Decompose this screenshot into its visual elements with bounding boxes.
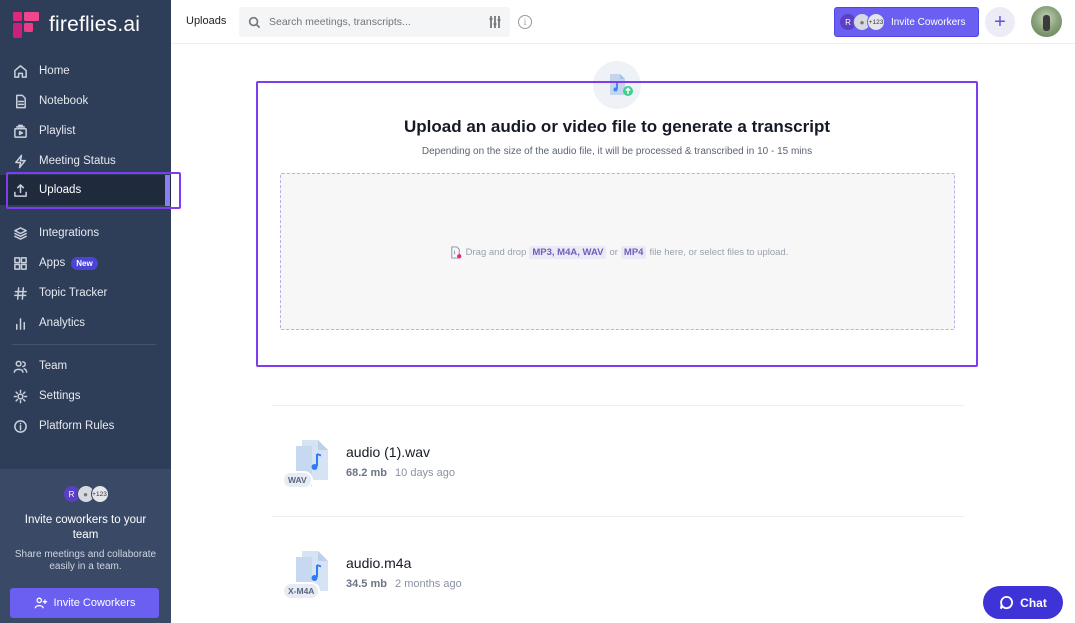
sidebar-item-label: Meeting Status [39, 155, 116, 167]
drop-suffix: file here, or select files to upload. [649, 247, 789, 258]
file-type-badge: X-M4A [282, 582, 321, 600]
chat-bubble-icon [1000, 595, 1014, 610]
bar-chart-icon [12, 315, 28, 331]
format-badge-mp4: MP4 [620, 246, 647, 259]
team-icon [12, 358, 28, 374]
sidebar-item-label: Notebook [39, 95, 89, 107]
page-title: Uploads [186, 15, 227, 27]
sidebar-item-topic-tracker[interactable]: Topic Tracker [0, 278, 171, 308]
avatar-count: +123 [867, 13, 885, 31]
invite-subtitle: Share meetings and collaborate easily in… [14, 549, 157, 572]
info-icon [12, 418, 28, 434]
invite-panel: R ● +123 Invite coworkers to your team S… [0, 469, 171, 623]
sidebar: fireflies.ai Home Notebook Playlist Meet… [0, 0, 181, 623]
add-user-icon [34, 597, 47, 609]
sidebar-item-integrations[interactable]: Integrations [0, 218, 171, 248]
bolt-icon [12, 153, 28, 169]
upload-subtitle: Depending on the size of the audio file,… [421, 146, 813, 157]
upload-title: Upload an audio or video file to generat… [403, 117, 831, 136]
dropzone-instructions: Drag and drop MP3, M4A, WAV or MP4 file … [281, 246, 956, 259]
file-age: 10 days ago [395, 467, 455, 479]
search-input[interactable] [269, 16, 469, 28]
info-icon[interactable]: i [518, 15, 532, 29]
playlist-icon [12, 123, 28, 139]
search-bar [239, 7, 510, 37]
chat-label: Chat [1020, 595, 1047, 610]
sidebar-item-label: Topic Tracker [39, 287, 108, 299]
sidebar-item-uploads[interactable]: Uploads [0, 175, 171, 205]
invite-title: Invite coworkers to your team [24, 514, 147, 541]
sidebar-item-apps[interactable]: Apps New [0, 248, 171, 278]
search-icon [248, 16, 261, 28]
chat-button[interactable]: Chat [983, 586, 1063, 619]
sidebar-item-analytics[interactable]: Analytics [0, 308, 171, 338]
sidebar-item-notebook[interactable]: Notebook [0, 86, 171, 116]
sidebar-item-meeting-status[interactable]: Meeting Status [0, 146, 171, 176]
sidebar-item-label: Analytics [39, 317, 86, 329]
grid-icon [12, 255, 28, 271]
filter-icon[interactable] [488, 15, 502, 29]
file-meta: 68.2 mb 10 days ago [346, 467, 455, 479]
file-meta: 34.5 mb 2 months ago [346, 578, 462, 590]
file-size: 34.5 mb [346, 578, 387, 590]
brand-name: fireflies.ai [49, 13, 141, 36]
avatar-count: +123 [90, 485, 109, 503]
sidebar-item-label: Uploads [39, 184, 82, 196]
invite-coworkers-button[interactable]: Invite Coworkers [10, 588, 159, 618]
sidebar-item-platform-rules[interactable]: Platform Rules [0, 411, 171, 441]
drop-prefix: Drag and drop [465, 247, 527, 258]
list-divider [272, 516, 964, 517]
profile-avatar[interactable] [1031, 6, 1062, 37]
list-divider [272, 405, 964, 406]
file-dropzone[interactable]: Drag and drop MP3, M4A, WAV or MP4 file … [280, 173, 955, 330]
sidebar-item-label: Integrations [39, 227, 100, 239]
layers-icon [12, 225, 28, 241]
fireflies-logo-icon [13, 12, 39, 38]
sidebar-item-home[interactable]: Home [0, 56, 171, 86]
sidebar-item-team[interactable]: Team [0, 351, 171, 381]
file-upload-icon [450, 246, 461, 259]
sidebar-item-settings[interactable]: Settings [0, 381, 171, 411]
app-root: fireflies.ai Home Notebook Playlist Meet… [0, 0, 1075, 623]
gear-icon [12, 388, 28, 404]
upload-icon [12, 182, 28, 198]
sidebar-item-label: Settings [39, 390, 81, 402]
sidebar-item-label: Team [39, 360, 68, 372]
notebook-icon [12, 93, 28, 109]
sidebar-item-label: Home [39, 65, 70, 77]
sidebar-item-label: Platform Rules [39, 420, 115, 432]
invite-button-label: Invite Coworkers [891, 16, 966, 28]
sidebar-item-playlist[interactable]: Playlist [0, 116, 171, 146]
new-badge: New [71, 256, 98, 270]
sidebar-divider [12, 344, 156, 345]
invite-coworkers-top-button[interactable]: R ● +123 Invite Coworkers [834, 7, 979, 37]
file-list-item[interactable]: X-M4A audio.m4a 34.5 mb 2 months ago [272, 551, 964, 623]
file-type-badge: WAV [282, 471, 313, 489]
top-bar: Uploads i R ● +123 Invite Coworkers + [171, 0, 1075, 44]
file-age: 2 months ago [395, 578, 462, 590]
file-name[interactable]: audio (1).wav [346, 444, 430, 460]
active-indicator [165, 175, 170, 206]
file-size: 68.2 mb [346, 467, 387, 479]
format-badge: MP3, M4A, WAV [529, 246, 607, 259]
sidebar-item-label: Apps [39, 257, 66, 269]
hash-icon [12, 285, 28, 301]
brand-logo[interactable]: fireflies.ai [13, 12, 140, 38]
sidebar-item-label: Playlist [39, 125, 76, 137]
home-icon [12, 63, 28, 79]
add-button[interactable]: + [985, 7, 1015, 37]
file-name[interactable]: audio.m4a [346, 555, 411, 571]
invite-button-label: Invite Coworkers [53, 597, 136, 609]
coworker-avatars: R ● +123 [0, 485, 171, 503]
drop-or: or [609, 247, 618, 258]
